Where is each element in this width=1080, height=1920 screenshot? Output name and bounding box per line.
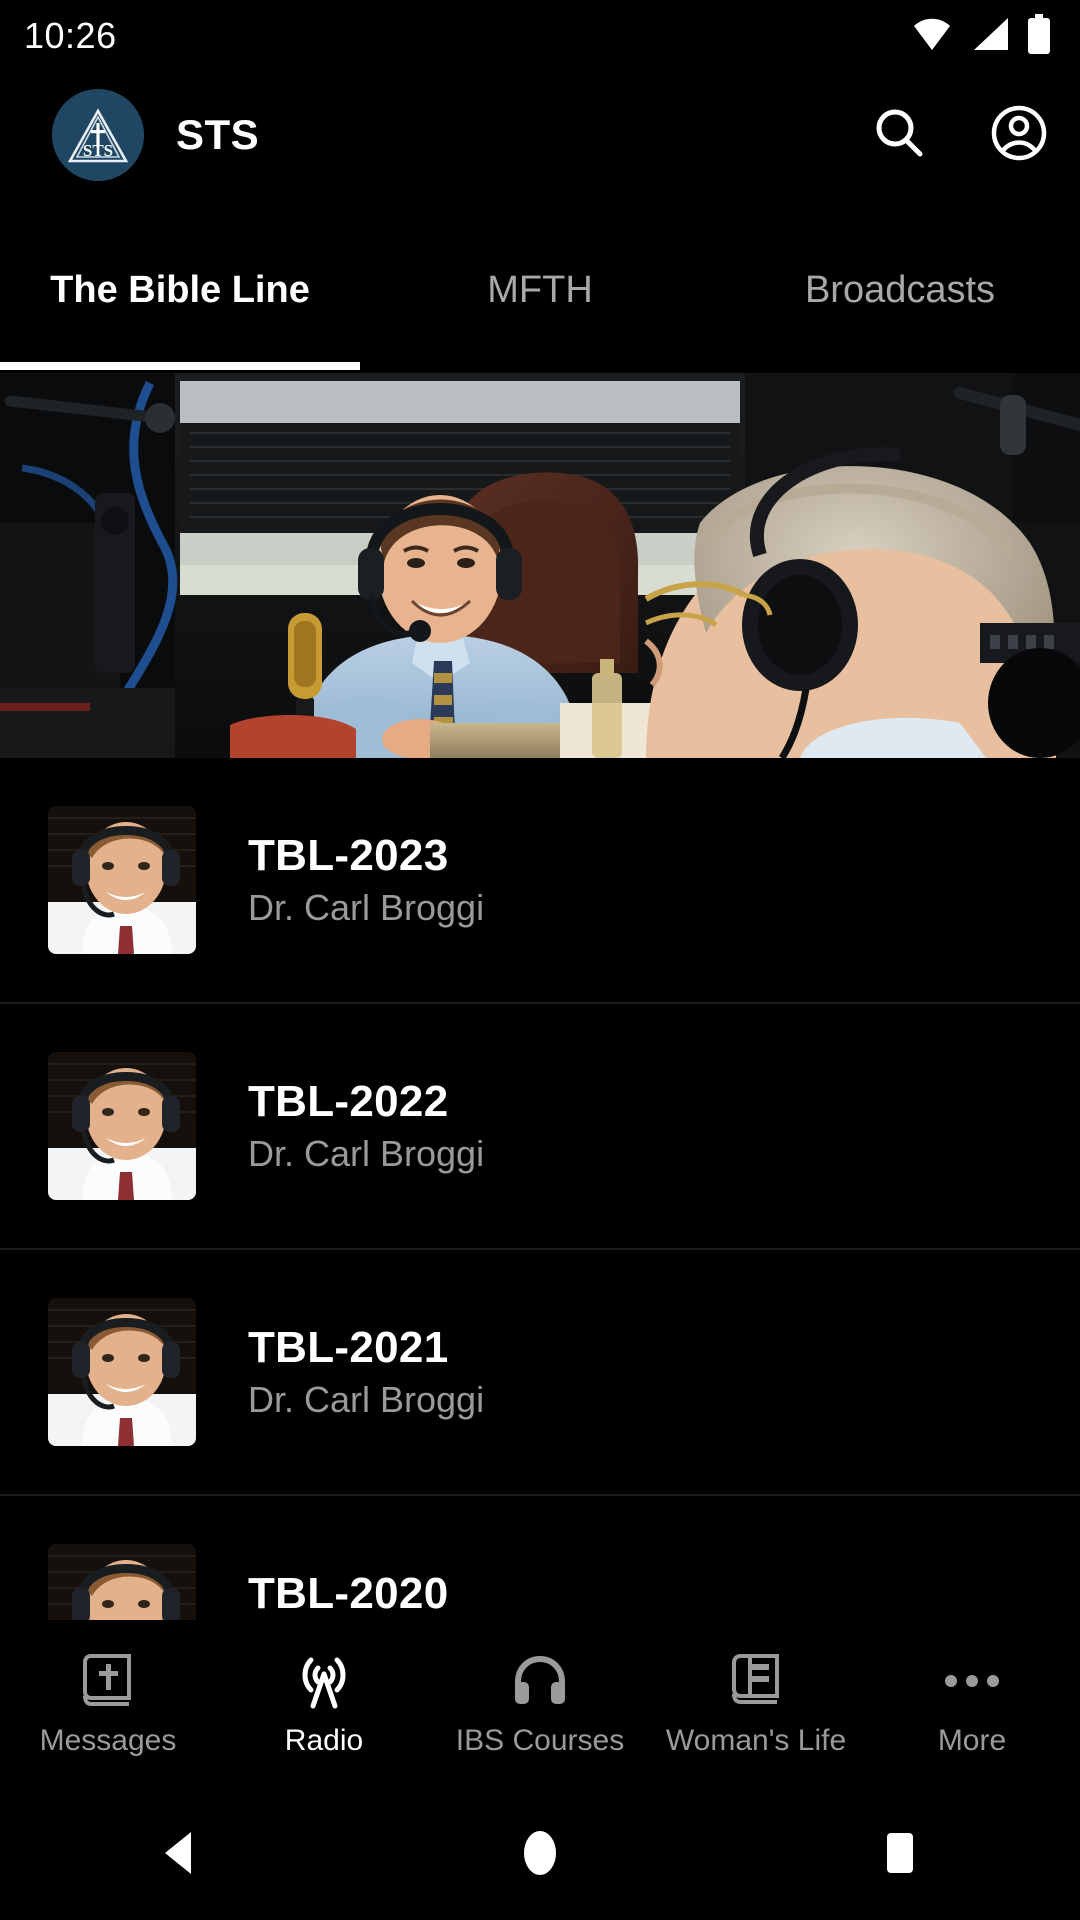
tab-bar: The Bible Line MFTH Broadcasts	[0, 205, 1080, 370]
status-bar-clock: 10:26	[24, 15, 117, 56]
nav-label: Woman's Life	[665, 1724, 847, 1757]
list-item[interactable]: TBL-2022 Dr. Carl Broggi	[0, 1004, 1080, 1250]
home-circle-icon	[517, 1828, 563, 1883]
episode-list[interactable]: TBL-2023 Dr. Carl Broggi TBL-2022 Dr. Ca…	[0, 758, 1080, 1620]
nav-label: More	[937, 1724, 1007, 1757]
cellular-signal-icon	[970, 16, 1010, 57]
wifi-icon	[910, 16, 954, 57]
app-title: STS	[176, 111, 260, 158]
system-back-button[interactable]	[120, 1790, 240, 1920]
episode-text: TBL-2020 Dr. Carl Broggi	[248, 1569, 484, 1620]
tab-label: MFTH	[487, 269, 593, 311]
sts-logo: STS	[52, 89, 144, 181]
newspaper-icon	[729, 1652, 783, 1710]
more-horizontal-icon	[943, 1652, 1001, 1710]
episode-thumbnail	[48, 806, 196, 954]
recents-square-icon	[878, 1829, 922, 1882]
app-bar: STS STS	[0, 80, 1080, 190]
episode-text: TBL-2023 Dr. Carl Broggi	[248, 831, 484, 929]
nav-label: Radio	[284, 1724, 364, 1757]
app-screen: 10:26 STS STS The Bible Line MFTH Broadc…	[0, 0, 1080, 1920]
episode-author: Dr. Carl Broggi	[248, 1379, 485, 1420]
search-button[interactable]	[868, 104, 930, 166]
bible-book-icon	[81, 1652, 135, 1710]
tab-the-bible-line[interactable]: The Bible Line	[0, 205, 360, 370]
episode-title: TBL-2020	[248, 1569, 449, 1618]
nav-item-messages[interactable]: Messages	[0, 1620, 216, 1790]
nav-label: IBS Courses	[455, 1724, 625, 1757]
headphones-icon	[511, 1652, 569, 1710]
nav-item-radio[interactable]: Radio	[216, 1620, 432, 1790]
tab-active-indicator	[0, 362, 360, 370]
nav-label: Messages	[39, 1724, 177, 1757]
nav-item-womans-life[interactable]: Woman's Life	[648, 1620, 864, 1790]
episode-thumbnail	[48, 1298, 196, 1446]
episode-title: TBL-2021	[248, 1323, 449, 1372]
list-item[interactable]: TBL-2020 Dr. Carl Broggi	[0, 1496, 1080, 1620]
nav-item-ibs-courses[interactable]: IBS Courses	[432, 1620, 648, 1790]
episode-thumbnail	[48, 1544, 196, 1620]
system-navigation-bar	[0, 1790, 1080, 1920]
account-circle-icon	[990, 104, 1048, 167]
bottom-navigation-bar: Messages Radio IBS Courses Woman's Life …	[0, 1620, 1080, 1790]
svg-text:STS: STS	[83, 141, 113, 160]
system-home-button[interactable]	[480, 1790, 600, 1920]
battery-icon	[1026, 13, 1052, 59]
status-bar-icons	[910, 13, 1052, 59]
episode-text: TBL-2022 Dr. Carl Broggi	[248, 1077, 484, 1175]
tab-broadcasts[interactable]: Broadcasts	[720, 205, 1080, 370]
nav-item-more[interactable]: More	[864, 1620, 1080, 1790]
episode-author: Dr. Carl Broggi	[248, 1133, 485, 1174]
search-icon	[870, 104, 928, 167]
back-triangle-icon	[159, 1830, 201, 1881]
episode-author: Dr. Carl Broggi	[248, 887, 485, 928]
broadcast-tower-icon	[295, 1652, 353, 1710]
status-bar: 10:26	[0, 0, 1080, 72]
featured-banner-image[interactable]	[0, 373, 1080, 758]
list-item[interactable]: TBL-2021 Dr. Carl Broggi	[0, 1250, 1080, 1496]
episode-text: TBL-2021 Dr. Carl Broggi	[248, 1323, 484, 1421]
app-bar-actions	[868, 104, 1050, 166]
account-button[interactable]	[988, 104, 1050, 166]
episode-title: TBL-2022	[248, 1077, 449, 1126]
tab-label: Broadcasts	[804, 269, 996, 311]
episode-thumbnail	[48, 1052, 196, 1200]
tab-mfth[interactable]: MFTH	[360, 205, 720, 370]
episode-title: TBL-2023	[248, 831, 449, 880]
tab-label: The Bible Line	[50, 269, 310, 311]
list-item[interactable]: TBL-2023 Dr. Carl Broggi	[0, 758, 1080, 1004]
system-recents-button[interactable]	[840, 1790, 960, 1920]
